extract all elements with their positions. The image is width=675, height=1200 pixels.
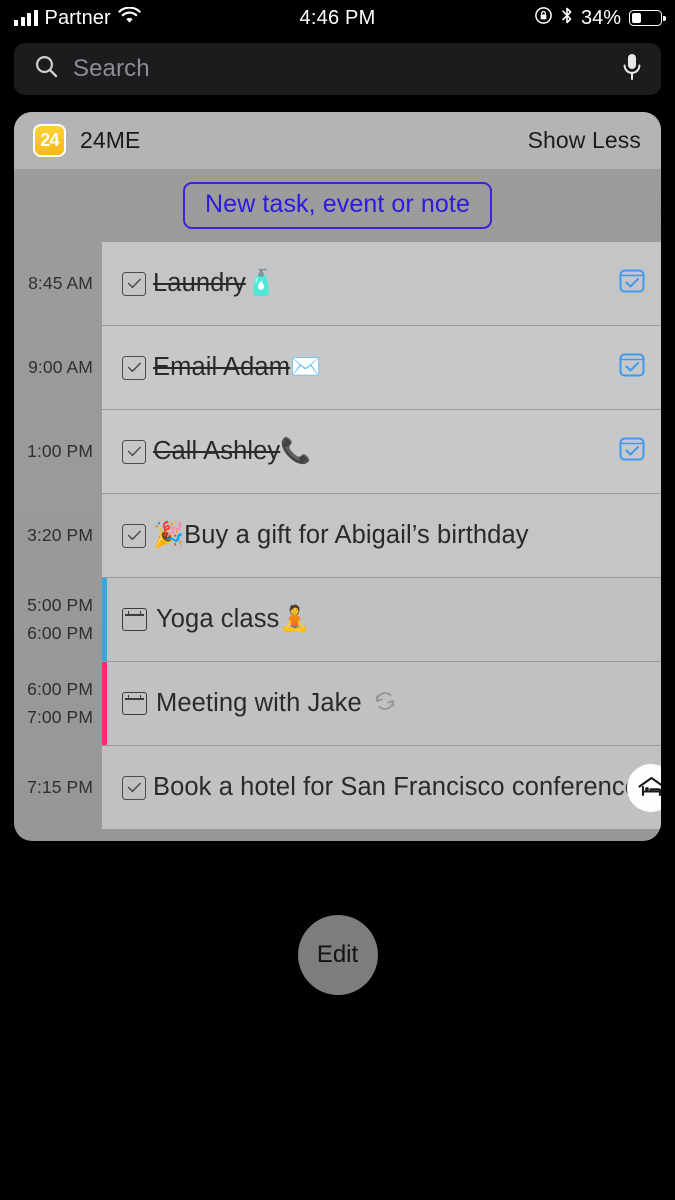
row-body[interactable]: Email Adam ✉️: [102, 326, 661, 409]
row-emoji: ✉️: [290, 353, 322, 381]
row-time: 9:00 AM: [28, 356, 93, 377]
widget-24me: 24 24ME Show Less New task, event or not…: [14, 112, 661, 841]
checkbox-checked-icon[interactable]: [122, 271, 146, 296]
row-title: Yoga class: [156, 605, 280, 633]
checkbox-checked-icon[interactable]: [122, 523, 146, 548]
row-title: Meeting with Jake: [156, 689, 362, 717]
row-start-time: 6:00 PM: [27, 679, 93, 700]
row-time-column: 5:00 PM 6:00 PM: [14, 578, 102, 661]
agenda-row-task[interactable]: 3:20 PM 🎉 Buy a gift for Abigail’s birth…: [14, 494, 661, 577]
agenda-list: 8:45 AM Laundry 🧴 9:00 AM Email Adam ✉️ …: [14, 242, 661, 841]
task-list-icon[interactable]: [617, 266, 647, 301]
status-bar-right: 34%: [534, 0, 666, 36]
row-time: 7:15 PM: [27, 776, 93, 797]
row-time: 3:20 PM: [27, 524, 93, 545]
microphone-icon[interactable]: [621, 52, 643, 87]
row-end-time: 6:00 PM: [27, 622, 93, 643]
event-color-bar: [102, 662, 107, 745]
row-time-column: 3:20 PM: [14, 494, 102, 577]
row-title: Laundry: [153, 269, 246, 297]
row-time-column: 7:15 PM: [14, 746, 102, 829]
row-end-time: 7:00 PM: [27, 706, 93, 727]
search-bar[interactable]: Search: [14, 43, 661, 95]
agenda-row-task[interactable]: 1:00 PM Call Ashley 📞: [14, 410, 661, 493]
widget-app-name: 24ME: [80, 127, 141, 153]
hotel-icon[interactable]: [627, 763, 661, 812]
row-time-column: 1:00 PM: [14, 410, 102, 493]
row-title: Buy a gift for Abigail’s birthday: [184, 521, 529, 549]
app-icon-24me: 24: [33, 124, 66, 157]
row-time: 1:00 PM: [27, 440, 93, 461]
agenda-row-task[interactable]: 7:15 PM Book a hotel for San Francisco c…: [14, 746, 661, 829]
row-time: 8:45 AM: [28, 272, 93, 293]
task-list-icon[interactable]: [617, 434, 647, 469]
widget-new-item-bar: New task, event or note: [14, 169, 661, 242]
checkbox-checked-icon[interactable]: [122, 355, 146, 380]
agenda-row-task[interactable]: 8:45 AM Laundry 🧴: [14, 242, 661, 325]
agenda-row-event[interactable]: 6:00 PM 7:00 PM Meeting with Jake: [14, 662, 661, 745]
widget-header: 24 24ME Show Less: [14, 112, 661, 169]
row-time-column: 6:00 PM 7:00 PM: [14, 662, 102, 745]
row-emoji: 📞: [280, 437, 312, 465]
status-bar: Partner 4:46 PM 34%: [0, 0, 675, 36]
checkbox-checked-icon[interactable]: [122, 775, 146, 800]
edit-button[interactable]: Edit: [297, 915, 378, 995]
row-body[interactable]: Laundry 🧴: [102, 242, 661, 325]
row-time-column: 8:45 AM: [14, 242, 102, 325]
new-task-event-note-button[interactable]: New task, event or note: [183, 182, 492, 229]
row-emoji: 🧴: [245, 269, 277, 297]
row-title: Call Ashley: [153, 437, 281, 465]
repeat-icon: [372, 688, 398, 719]
row-body[interactable]: 🎉 Buy a gift for Abigail’s birthday: [102, 494, 661, 577]
row-body[interactable]: Meeting with Jake: [102, 662, 661, 745]
battery-percent-label: 34%: [580, 6, 621, 29]
search-icon: [34, 54, 59, 84]
row-start-time: 5:00 PM: [27, 595, 93, 616]
agenda-row-event[interactable]: 5:00 PM 6:00 PM Yoga class 🧘: [14, 578, 661, 661]
row-body[interactable]: Yoga class 🧘: [102, 578, 661, 661]
edit-button-container: Edit: [0, 915, 675, 995]
row-title: Email Adam: [153, 353, 291, 381]
row-body[interactable]: Book a hotel for San Francisco conferenc…: [102, 746, 661, 829]
calendar-icon: [122, 608, 147, 631]
battery-icon: [629, 10, 666, 26]
bluetooth-icon: [561, 6, 573, 30]
row-title: Book a hotel for San Francisco conferenc…: [153, 773, 640, 801]
checkbox-checked-icon[interactable]: [122, 439, 146, 464]
row-emoji: 🎉: [153, 521, 185, 549]
show-less-button[interactable]: Show Less: [528, 127, 641, 154]
search-input[interactable]: Search: [73, 55, 621, 83]
task-list-icon[interactable]: [617, 350, 647, 385]
row-time-column: 9:00 AM: [14, 326, 102, 409]
row-emoji: 🧘: [279, 605, 311, 633]
agenda-row-task[interactable]: 9:00 AM Email Adam ✉️: [14, 326, 661, 409]
event-color-bar: [102, 578, 107, 661]
calendar-icon: [122, 692, 147, 715]
row-body[interactable]: Call Ashley 📞: [102, 410, 661, 493]
clock-label: 4:46 PM: [299, 6, 376, 29]
rotation-lock-icon: [534, 6, 553, 30]
